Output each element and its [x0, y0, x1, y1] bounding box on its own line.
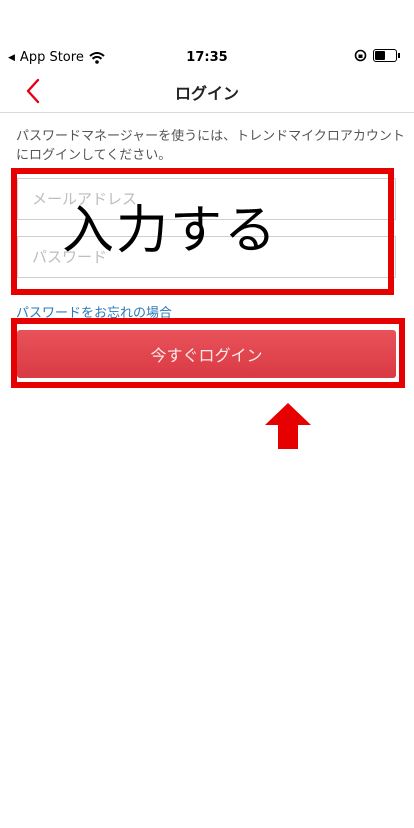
battery-nub	[398, 53, 400, 58]
orientation-lock-icon	[354, 49, 367, 62]
nav-bar: ログイン	[0, 68, 414, 112]
page-title: ログイン	[174, 84, 239, 103]
button-highlight-box	[11, 318, 405, 388]
battery-icon	[373, 49, 397, 62]
form-highlight-box	[11, 168, 394, 295]
status-time: 17:35	[186, 50, 228, 65]
nav-divider	[0, 112, 414, 113]
up-arrow-icon	[263, 401, 313, 451]
status-right-icons	[354, 49, 400, 62]
login-description: パスワードマネージャーを使うには、トレンドマイクロアカウントにログインしてくださ…	[16, 129, 405, 163]
status-bar: ◀ App Store 17:35	[0, 0, 414, 65]
